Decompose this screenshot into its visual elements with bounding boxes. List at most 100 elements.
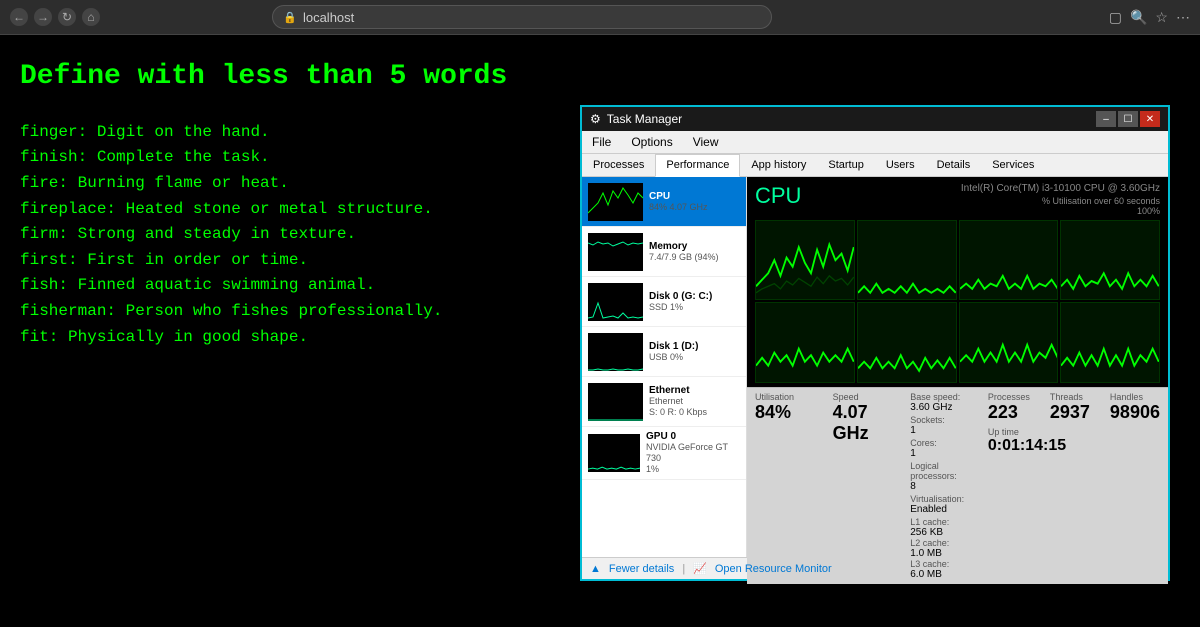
stat-virt-value: Enabled — [910, 504, 984, 515]
forward-button[interactable]: → — [34, 8, 52, 26]
tm-window-controls[interactable]: – ☐ ✕ — [1096, 111, 1160, 127]
address-bar[interactable]: 🔒 localhost — [272, 5, 772, 29]
disk1-sidebar-info: Disk 1 (D:) USB 0% — [649, 341, 698, 363]
stat-sockets-value: 1 — [910, 425, 984, 436]
stat-misc: Processes 223 Threads 2937 Handles 98906 — [988, 392, 1160, 580]
stat-processes-value: 223 — [988, 402, 1030, 423]
stat-virt-label: Virtualisation: — [910, 494, 984, 504]
memory-sidebar-value: 7.4/7.9 GB (94%) — [649, 252, 719, 262]
cpu-header: CPU Intel(R) Core(TM) i3-10100 CPU @ 3.6… — [747, 177, 1168, 218]
memory-sidebar-label: Memory — [649, 241, 719, 252]
gpu-sidebar-label: GPU 0 — [646, 431, 740, 442]
stat-l2-label: L2 cache: — [910, 538, 984, 548]
disk0-sidebar-value: SSD 1% — [649, 302, 683, 312]
stat-handles: Handles 98906 — [1110, 392, 1160, 423]
stat-logical-label: Logical processors: — [910, 461, 984, 481]
bookmark-icon[interactable]: ☆ — [1155, 9, 1168, 26]
disk0-sidebar-info: Disk 0 (G: C:) SSD 1% — [649, 291, 712, 313]
stat-utilization: Utilisation 84% — [755, 392, 829, 580]
stat-speed-label: Speed — [833, 392, 907, 402]
gpu-sidebar-value: NVIDIA GeForce GT 7301% — [646, 442, 728, 474]
sidebar-item-gpu[interactable]: GPU 0 NVIDIA GeForce GT 7301% — [582, 427, 746, 480]
stat-cores-value: 1 — [910, 448, 984, 459]
stat-l2-value: 1.0 MB — [910, 548, 984, 559]
open-resource-monitor-link[interactable]: Open Resource Monitor — [715, 563, 832, 575]
content-area: Define with less than 5 words finger: Di… — [0, 35, 1200, 627]
disk1-sidebar-label: Disk 1 (D:) — [649, 341, 698, 352]
monitor-icon: 📈 — [693, 562, 707, 575]
tm-title: Task Manager — [607, 112, 1096, 126]
stat-row-1: Processes 223 Threads 2937 Handles 98906 — [988, 392, 1160, 423]
chart-cell-2 — [857, 220, 957, 300]
collapse-icon: ▲ — [590, 563, 601, 575]
chart-cell-7 — [959, 302, 1059, 382]
footer-separator: | — [682, 563, 685, 575]
task-manager-window: ⚙ Task Manager – ☐ ✕ File Options View P… — [580, 105, 1170, 581]
tab-details[interactable]: Details — [926, 154, 982, 176]
lock-icon: 🔒 — [283, 11, 297, 24]
cpu-stats-bar: Utilisation 84% Speed 4.07 GHz Base spee… — [747, 387, 1168, 584]
stat-uptime-label: Up time — [988, 427, 1160, 437]
tm-main-content: CPU Intel(R) Core(TM) i3-10100 CPU @ 3.6… — [747, 177, 1168, 557]
stat-l1-value: 256 KB — [910, 527, 984, 538]
tm-tabs: Processes Performance App history Startu… — [582, 154, 1168, 177]
stat-speed: Speed 4.07 GHz — [833, 392, 907, 580]
stat-threads: Threads 2937 — [1050, 392, 1090, 423]
utilization-max: 100% — [961, 206, 1160, 216]
tm-close-button[interactable]: ✕ — [1140, 111, 1160, 127]
sidebar-item-disk0[interactable]: Disk 0 (G: C:) SSD 1% — [582, 277, 746, 327]
tab-performance[interactable]: Performance — [655, 154, 740, 177]
cpu-model-info: Intel(R) Core(TM) i3-10100 CPU @ 3.60GHz… — [961, 183, 1160, 216]
tab-services[interactable]: Services — [981, 154, 1045, 176]
tab-processes[interactable]: Processes — [582, 154, 655, 176]
sidebar-item-cpu[interactable]: CPU 84% 4.07 GHz — [582, 177, 746, 227]
tab-users[interactable]: Users — [875, 154, 926, 176]
menu-view[interactable]: View — [687, 133, 725, 151]
tm-body: CPU 84% 4.07 GHz Memory 7.4/7.9 GB (94%) — [582, 177, 1168, 557]
chart-cell-4 — [1060, 220, 1160, 300]
tm-sidebar: CPU 84% 4.07 GHz Memory 7.4/7.9 GB (94%) — [582, 177, 747, 557]
cpu-charts-grid — [747, 218, 1168, 387]
cpu-sidebar-label: CPU — [649, 191, 708, 202]
tab-app-history[interactable]: App history — [740, 154, 817, 176]
extensions-icon[interactable]: ▢ — [1109, 9, 1122, 26]
browser-chrome: ← → ↻ ⌂ 🔒 localhost ▢ 🔍 ☆ ⋯ — [0, 0, 1200, 35]
ethernet-sidebar-value: EthernetS: 0 R: 0 Kbps — [649, 396, 707, 417]
chart-cell-6 — [857, 302, 957, 382]
stat-cores-label: Cores: — [910, 438, 984, 448]
stat-uptime: Up time 0:01:14:15 — [988, 427, 1160, 455]
menu-options[interactable]: Options — [625, 133, 678, 151]
sidebar-item-ethernet[interactable]: Ethernet EthernetS: 0 R: 0 Kbps — [582, 377, 746, 427]
stat-uptime-value: 0:01:14:15 — [988, 437, 1160, 455]
back-button[interactable]: ← — [10, 8, 28, 26]
stat-threads-label: Threads — [1050, 392, 1090, 402]
browser-right-controls: ▢ 🔍 ☆ ⋯ — [1109, 9, 1190, 26]
stat-logical-value: 8 — [910, 481, 984, 492]
cpu-sidebar-info: CPU 84% 4.07 GHz — [649, 191, 708, 213]
tm-menubar: File Options View — [582, 131, 1168, 154]
stat-base-speed: Base speed: 3.60 GHz Sockets: 1 Cores: 1… — [910, 392, 984, 580]
chart-cell-5 — [755, 302, 855, 382]
cpu-model: Intel(R) Core(TM) i3-10100 CPU @ 3.60GHz — [961, 183, 1160, 194]
refresh-button[interactable]: ↻ — [58, 8, 76, 26]
tm-title-bar: ⚙ Task Manager – ☐ ✕ — [582, 107, 1168, 131]
memory-sidebar-info: Memory 7.4/7.9 GB (94%) — [649, 241, 719, 263]
fewer-details-link[interactable]: Fewer details — [609, 563, 674, 575]
stat-threads-value: 2937 — [1050, 402, 1090, 423]
home-button[interactable]: ⌂ — [82, 8, 100, 26]
browser-controls[interactable]: ← → ↻ ⌂ — [10, 8, 100, 26]
menu-file[interactable]: File — [586, 133, 617, 151]
sidebar-item-disk1[interactable]: Disk 1 (D:) USB 0% — [582, 327, 746, 377]
stat-handles-label: Handles — [1110, 392, 1160, 402]
stat-sockets-label: Sockets: — [910, 415, 984, 425]
sidebar-item-memory[interactable]: Memory 7.4/7.9 GB (94%) — [582, 227, 746, 277]
stat-base-speed-value: 3.60 GHz — [910, 402, 984, 413]
tab-startup[interactable]: Startup — [817, 154, 874, 176]
more-icon[interactable]: ⋯ — [1176, 9, 1190, 26]
tm-maximize-button[interactable]: ☐ — [1118, 111, 1138, 127]
zoom-icon[interactable]: 🔍 — [1130, 9, 1147, 26]
stat-processes-label: Processes — [988, 392, 1030, 402]
tm-minimize-button[interactable]: – — [1096, 111, 1116, 127]
ethernet-sidebar-info: Ethernet EthernetS: 0 R: 0 Kbps — [649, 385, 707, 418]
stat-l1-label: L1 cache: — [910, 517, 984, 527]
